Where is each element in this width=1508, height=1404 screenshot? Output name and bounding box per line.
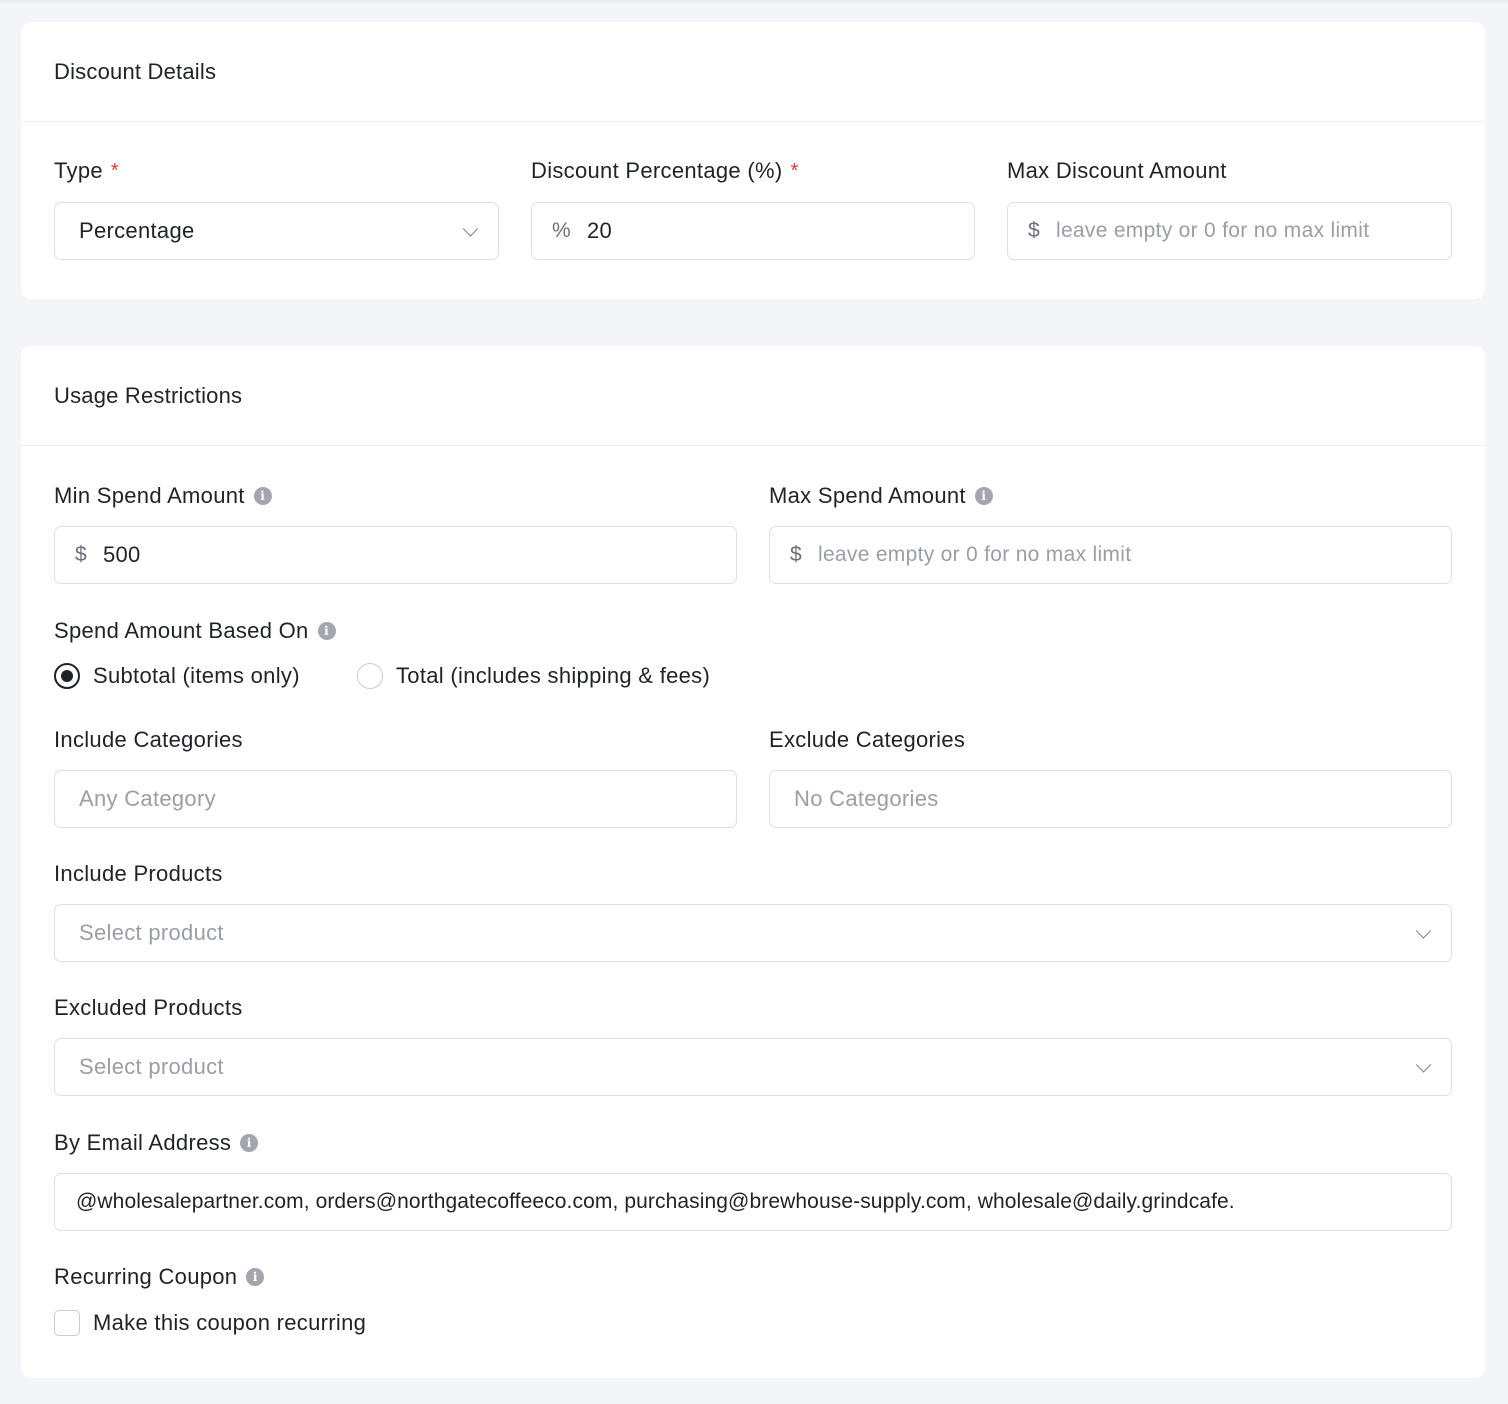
discount-percentage-label: Discount Percentage (%) * xyxy=(531,158,799,184)
label-text: Excluded Products xyxy=(54,995,243,1020)
excluded-products-label: Excluded Products xyxy=(54,995,243,1021)
label-text: By Email Address xyxy=(54,1130,232,1155)
recurring-checkbox[interactable] xyxy=(54,1310,80,1336)
type-label: Type * xyxy=(54,158,119,184)
radio-label: Subtotal (items only) xyxy=(93,663,300,688)
card-header: Discount Details xyxy=(21,22,1485,122)
discount-percentage-input[interactable]: % 20 xyxy=(531,202,975,260)
min-spend-input[interactable]: $ 500 xyxy=(54,526,737,584)
max-discount-label: Max Discount Amount xyxy=(1007,158,1227,184)
input-placeholder: leave empty or 0 for no max limit xyxy=(1055,219,1370,242)
percent-icon: % xyxy=(552,219,571,242)
include-products-label: Include Products xyxy=(54,861,223,887)
input-value: 20 xyxy=(586,218,613,243)
type-select-value: Percentage xyxy=(79,218,195,243)
card-header: Usage Restrictions xyxy=(21,346,1485,446)
dollar-icon: $ xyxy=(75,543,87,566)
chevron-down-icon xyxy=(1415,923,1432,939)
recurring-coupon-label: Recurring Coupon i xyxy=(54,1264,265,1290)
include-categories-label: Include Categories xyxy=(54,727,243,753)
by-email-label: By Email Address i xyxy=(54,1130,259,1156)
dollar-icon: $ xyxy=(1028,219,1040,242)
label-text: Recurring Coupon xyxy=(54,1264,238,1289)
required-mark: * xyxy=(790,159,799,182)
select-placeholder: Select product xyxy=(79,1054,224,1079)
required-mark: * xyxy=(110,159,119,182)
label-text: Spend Amount Based On xyxy=(54,618,309,643)
label-text: Min Spend Amount xyxy=(54,483,245,508)
label-text: Exclude Categories xyxy=(769,727,966,752)
recurring-checkbox-row[interactable]: Make this coupon recurring xyxy=(54,1310,366,1336)
max-spend-input[interactable]: $ leave empty or 0 for no max limit xyxy=(769,526,1452,584)
radio-button[interactable] xyxy=(357,663,383,689)
info-icon[interactable]: i xyxy=(253,487,272,505)
input-placeholder: Any Category xyxy=(79,786,216,811)
label-text: Type xyxy=(54,158,103,183)
input-placeholder: leave empty or 0 for no max limit xyxy=(817,543,1132,566)
info-icon[interactable]: i xyxy=(246,1268,265,1286)
input-value: 500 xyxy=(102,542,141,567)
spend-based-on-label: Spend Amount Based On i xyxy=(54,618,336,644)
radio-button-selected[interactable] xyxy=(54,663,80,689)
by-email-input[interactable]: @wholesalepartner.com, orders@northgatec… xyxy=(54,1173,1452,1231)
usage-restrictions-card: Usage Restrictions Min Spend Amount i $ … xyxy=(21,346,1485,1378)
include-categories-input[interactable]: Any Category xyxy=(54,770,737,828)
discount-details-card: Discount Details Type * Percentage Disco… xyxy=(21,22,1485,299)
type-select[interactable]: Percentage xyxy=(54,202,499,260)
max-spend-label: Max Spend Amount i xyxy=(769,483,993,509)
card-title: Discount Details xyxy=(54,58,217,84)
label-text: Discount Percentage (%) xyxy=(531,158,783,183)
max-discount-input[interactable]: $ leave empty or 0 for no max limit xyxy=(1007,202,1452,260)
min-spend-label: Min Spend Amount i xyxy=(54,483,272,509)
chevron-down-icon xyxy=(462,221,479,237)
chevron-down-icon xyxy=(1415,1057,1432,1073)
input-value: @wholesalepartner.com, orders@northgatec… xyxy=(76,1190,1235,1213)
input-placeholder: No Categories xyxy=(794,786,939,811)
checkbox-label: Make this coupon recurring xyxy=(93,1310,367,1335)
radio-total[interactable]: Total (includes shipping & fees) xyxy=(357,663,710,689)
exclude-categories-input[interactable]: No Categories xyxy=(769,770,1452,828)
label-text: Max Spend Amount xyxy=(769,483,966,508)
label-text: Include Products xyxy=(54,861,223,886)
radio-label: Total (includes shipping & fees) xyxy=(396,663,711,688)
info-icon[interactable]: i xyxy=(240,1134,259,1152)
excluded-products-select[interactable]: Select product xyxy=(54,1038,1452,1096)
label-text: Max Discount Amount xyxy=(1007,158,1227,183)
select-placeholder: Select product xyxy=(79,920,224,945)
info-icon[interactable]: i xyxy=(974,487,993,505)
card-title: Usage Restrictions xyxy=(54,382,243,408)
include-products-select[interactable]: Select product xyxy=(54,904,1452,962)
radio-subtotal[interactable]: Subtotal (items only) xyxy=(54,663,300,689)
info-icon[interactable]: i xyxy=(317,622,336,640)
exclude-categories-label: Exclude Categories xyxy=(769,727,965,753)
dollar-icon: $ xyxy=(790,543,802,566)
label-text: Include Categories xyxy=(54,727,243,752)
top-shadow xyxy=(0,0,1508,4)
